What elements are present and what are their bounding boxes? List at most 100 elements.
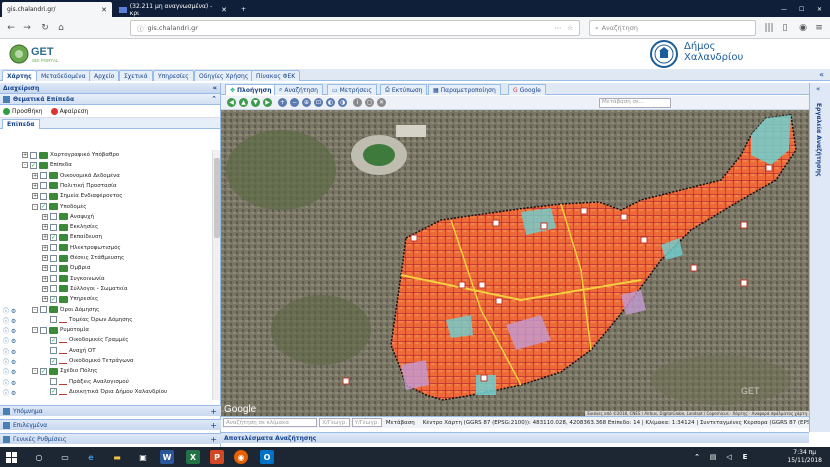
layer-checkbox[interactable]: ✓: [50, 388, 57, 396]
browser-search-input[interactable]: ⌕ Αναζήτηση: [589, 20, 756, 36]
layer-tree-row[interactable]: + ✓ Υπηρεσίες: [42, 294, 98, 304]
collapse-section-icon[interactable]: ⌃: [211, 95, 217, 103]
selected-panel-header[interactable]: Επιλεγμένα +: [0, 419, 221, 430]
zoom-extent-icon[interactable]: ⊡: [314, 98, 323, 107]
zoom-in-icon[interactable]: +: [278, 98, 287, 107]
collapse-icon[interactable]: -: [32, 203, 38, 210]
expand-strip-icon[interactable]: «: [816, 85, 820, 93]
layer-checkbox[interactable]: [40, 182, 47, 190]
expand-icon[interactable]: +: [32, 172, 38, 179]
layer-checkbox[interactable]: ✓: [50, 295, 57, 303]
home-icon[interactable]: ⌂: [54, 21, 68, 35]
maximize-icon[interactable]: ☐: [794, 2, 806, 17]
expand-icon[interactable]: +: [42, 234, 48, 241]
collapse-icon[interactable]: -: [22, 162, 28, 169]
menu-tab-fek[interactable]: Πίνακας ΦΕΚ: [251, 70, 301, 81]
back-icon[interactable]: ←: [4, 21, 18, 35]
tab-layers[interactable]: Επίπεδα: [2, 119, 40, 129]
taskbar-clock[interactable]: 7:34 πμ 15/11/2018: [787, 449, 822, 465]
tray-chevron-icon[interactable]: ⌃: [690, 450, 704, 464]
layer-checkbox[interactable]: ✓: [40, 367, 47, 375]
layer-checkbox[interactable]: ✓: [50, 336, 57, 344]
search-tools-strip[interactable]: « Εργαλεία Αναζήτησης: [809, 83, 830, 432]
expand-icon[interactable]: +: [210, 407, 217, 416]
zoom-next-icon[interactable]: ◑: [338, 98, 347, 107]
bookmark-star-icon[interactable]: ☆: [567, 24, 573, 32]
pan-down-icon[interactable]: ▼: [251, 98, 260, 107]
layer-info-icon[interactable]: ⓘ ⚙: [3, 367, 19, 376]
collapse-icon[interactable]: -: [32, 327, 38, 334]
layer-checkbox[interactable]: ✓: [50, 233, 57, 241]
layer-checkbox[interactable]: [50, 254, 57, 262]
expand-icon[interactable]: +: [42, 265, 48, 272]
settings-panel-header[interactable]: Γενικές Ρυθμίσεις +: [0, 433, 221, 444]
layer-checkbox[interactable]: [50, 285, 57, 293]
collapse-panel-icon[interactable]: «: [212, 84, 217, 92]
select-icon[interactable]: ◻: [365, 98, 374, 107]
windows-start-icon[interactable]: [4, 450, 18, 464]
language-icon[interactable]: Ε: [738, 450, 752, 464]
library-icon[interactable]: |||: [762, 21, 776, 35]
extension-icon[interactable]: ◉: [796, 21, 810, 35]
tab-search[interactable]: ⌕ Αναζήτηση: [274, 84, 323, 95]
powerpoint-icon[interactable]: P: [210, 450, 224, 464]
close-window-icon[interactable]: ✕: [812, 2, 824, 17]
expand-icon[interactable]: +: [42, 296, 48, 303]
go-to-button[interactable]: Μετάβαση: [386, 420, 415, 426]
collapse-icon[interactable]: -: [32, 306, 38, 313]
layer-tree-row[interactable]: Τομέας Όρων Δόμησης: [42, 315, 133, 325]
excel-icon[interactable]: X: [186, 450, 200, 464]
layer-checkbox[interactable]: [40, 306, 47, 313]
menu-tab-file[interactable]: Αρχείο: [89, 70, 120, 81]
layer-info-icon[interactable]: ⓘ ⚙: [3, 378, 19, 387]
forward-icon[interactable]: →: [20, 21, 34, 35]
map-canvas[interactable]: Google GET Εικόνες από ©2018, CNES / Air…: [221, 110, 809, 416]
store-icon[interactable]: ▣: [136, 450, 150, 464]
layer-tree-row[interactable]: - Ρυμοτομία: [32, 325, 89, 335]
expand-icon[interactable]: +: [210, 435, 217, 444]
layer-tree-row[interactable]: + Χαρτογραφικό Υπόβαθρο: [22, 150, 119, 160]
menu-tab-services[interactable]: Υπηρεσίες: [153, 70, 194, 81]
menu-tab-map[interactable]: Χάρτης: [2, 70, 37, 81]
layer-checkbox[interactable]: [50, 223, 57, 231]
word-icon[interactable]: W: [160, 450, 174, 464]
firefox-icon[interactable]: ◉: [234, 450, 248, 464]
expand-icon[interactable]: +: [42, 213, 48, 220]
tab-customize[interactable]: ▦ Παραμετροποίηση: [428, 84, 501, 95]
identify-icon[interactable]: i: [353, 98, 362, 107]
scale-search-input[interactable]: Αναζήτηση σε κλίμακα: [223, 418, 318, 427]
layer-tree-row[interactable]: ✓ Οικοδομικό Τετράγωνα: [42, 356, 134, 366]
expand-icon[interactable]: +: [42, 275, 48, 282]
minimize-icon[interactable]: —: [776, 2, 788, 17]
layer-tree-row[interactable]: + Συγκοινωνία: [42, 274, 105, 284]
layer-checkbox[interactable]: [50, 347, 57, 355]
layer-tree-row[interactable]: + Πολιτική Προστασία: [32, 181, 117, 191]
file-explorer-icon[interactable]: ▬: [110, 450, 124, 464]
y-coordinate-input[interactable]: Υ/Γεωγρ.: [351, 418, 382, 427]
url-bar[interactable]: ⓘ gis.chalandri.gr ⋯ ☆: [130, 20, 580, 36]
tab-print[interactable]: ⎙ Εκτύπωση: [380, 84, 428, 95]
layer-tree-row[interactable]: Αναχή ΟΤ: [42, 346, 96, 356]
expand-icon[interactable]: +: [42, 255, 48, 261]
browser-tab-inactive[interactable]: (32.211 μη αναγνωσμένα) - κρι ✕: [114, 2, 232, 17]
edge-icon[interactable]: e: [84, 450, 98, 464]
layer-checkbox[interactable]: [40, 326, 47, 334]
collapse-header-icon[interactable]: «: [819, 70, 824, 79]
search-icon[interactable]: ○: [32, 450, 46, 464]
layer-info-icon[interactable]: ⓘ ⚙: [3, 347, 19, 356]
reload-icon[interactable]: ↻: [38, 21, 52, 35]
menu-tab-about[interactable]: Σχετικά: [119, 70, 153, 81]
section-header[interactable]: Θεματικά Επίπεδα ⌃: [0, 94, 220, 105]
expand-icon[interactable]: +: [32, 182, 38, 189]
menu-icon[interactable]: ≡: [812, 21, 826, 35]
sidebar-icon[interactable]: ▯: [778, 21, 792, 35]
collapse-icon[interactable]: -: [32, 368, 38, 375]
more-icon[interactable]: ⋯: [555, 24, 562, 32]
pan-up-icon[interactable]: ▲: [239, 98, 248, 107]
close-tab-icon[interactable]: ✕: [221, 6, 227, 14]
zoom-out-icon[interactable]: −: [290, 98, 299, 107]
close-tab-icon[interactable]: ✕: [101, 6, 107, 14]
zoom-box-icon[interactable]: ⊕: [302, 98, 311, 107]
layer-tree-row[interactable]: - ✓ Υποδομές: [32, 202, 86, 212]
layer-tree-row[interactable]: + Ηλεκτροφωτισμός: [42, 243, 121, 253]
